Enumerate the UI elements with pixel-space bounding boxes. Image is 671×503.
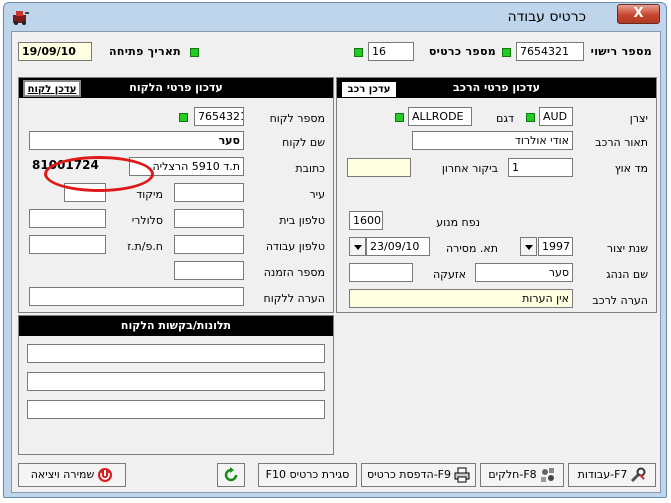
jobs-button[interactable]: F7-עבודות [568, 463, 656, 487]
model-status-indicator [395, 113, 404, 122]
driver-field[interactable]: סער [475, 263, 573, 282]
customer-name-field[interactable]: סער [29, 131, 244, 150]
printer-icon [454, 467, 470, 483]
vehicle-remark-label: הערה לרכב [592, 294, 648, 307]
id-field[interactable] [29, 235, 106, 254]
alarm-label: אזעקה [432, 268, 466, 281]
wrench-icon [630, 467, 646, 483]
customer-name-label: שם לקוח [282, 136, 325, 149]
delivery-date-field[interactable]: 23/09/10 [366, 237, 430, 256]
title-bar: כרטיס עבודה X [4, 3, 666, 31]
complaints-panel-title: תלונות/בקשות הלקוח [19, 316, 333, 336]
customer-remark-label: הערה ללקוח [263, 292, 325, 305]
manufacturer-status-indicator [526, 113, 535, 122]
model-field[interactable]: ALLRODE [408, 107, 472, 126]
city-field[interactable] [174, 183, 244, 202]
update-vehicle-button[interactable]: עדכן רכב [341, 81, 397, 98]
manufacturer-label: יצרן [629, 112, 648, 125]
last-visit-label: ביקור אחרון [441, 162, 498, 175]
parts-button[interactable]: F8-חלקים [480, 463, 564, 487]
order-number-label: מספר הזמנה [263, 266, 325, 279]
delivery-date-label: תא. מסירה [445, 242, 498, 255]
address-label: כתובת [295, 162, 325, 175]
print-card-button-label: F9-הדפסת כרטיס [367, 468, 451, 481]
engine-field[interactable]: 1600 [349, 211, 383, 230]
complaint-line[interactable] [27, 400, 325, 419]
cell-field[interactable] [29, 209, 106, 228]
close-card-button[interactable]: סגירת כרטיס F10 [258, 463, 357, 487]
order-number-field[interactable] [174, 261, 244, 280]
jobs-button-label: F7-עבודות [577, 468, 628, 481]
vehicle-remark-field[interactable]: אין הערות [349, 289, 573, 308]
open-date-label: תאריך פתיחה [109, 45, 181, 58]
description-field[interactable]: אודי אולרוד [412, 131, 573, 150]
parts-button-label: F8-חלקים [488, 468, 537, 481]
close-button[interactable]: X [617, 4, 660, 24]
year-label: שנת יצור [606, 242, 648, 255]
home-phone-field[interactable] [174, 209, 244, 228]
license-label: מספר רישוי [590, 45, 652, 58]
cell-label: סלולרי [131, 214, 163, 227]
engine-label: נפח מנוע [436, 216, 480, 229]
print-card-button[interactable]: F9-הדפסת כרטיס [361, 463, 476, 487]
update-customer-button[interactable]: עדכן לקוח [23, 80, 81, 97]
zip-label: מיקוד [136, 188, 163, 201]
customer-number-status-indicator [179, 113, 188, 122]
refresh-button[interactable] [217, 463, 245, 487]
window-title: כרטיס עבודה [507, 9, 586, 25]
customer-panel: עדכון פרטי הלקוח עדכן לקוח מספר לקוח 765… [18, 77, 334, 313]
odometer-field[interactable]: 1 [508, 158, 573, 177]
customer-number-label: מספר לקוח [269, 112, 325, 125]
driver-label: שם הנהג [606, 268, 648, 281]
work-phone-label: טלפון עבודה [265, 240, 325, 253]
manufacturer-field[interactable]: AUD [539, 107, 573, 126]
license-field[interactable]: 7654321 [516, 42, 584, 61]
delivery-date-dropdown-arrow[interactable] [349, 237, 366, 256]
close-card-button-label: סגירת כרטיס F10 [265, 468, 350, 481]
alarm-field[interactable] [349, 263, 413, 282]
vehicle-panel: עדכון פרטי הרכב עדכן רכב יצרן AUD דגם AL… [336, 77, 657, 313]
refresh-icon [223, 467, 239, 483]
client-area: מספר רישוי 7654321 מספר כרטיס 16 תאריך פ… [11, 31, 661, 493]
card-number-status-indicator [354, 48, 363, 57]
save-exit-button-label: שמירה ויציאה [30, 468, 95, 481]
customer-remark-field[interactable] [29, 287, 244, 306]
exit-icon [97, 467, 113, 483]
app-icon [12, 9, 30, 25]
home-phone-label: טלפון בית [279, 214, 325, 227]
year-field[interactable]: 1997 [538, 237, 573, 256]
card-number-label: מספר כרטיס [428, 45, 496, 58]
save-exit-button[interactable]: שמירה ויציאה [18, 463, 126, 487]
id-label: ח.פ/ת.ז [127, 240, 163, 253]
highlight-circle [44, 156, 154, 192]
work-card-window: כרטיס עבודה X מספר רישוי 7654321 מספר כר… [3, 2, 667, 498]
model-label: דגם [496, 112, 514, 125]
card-number-field[interactable]: 16 [368, 42, 414, 61]
complaint-line[interactable] [27, 344, 325, 363]
license-status-indicator [502, 48, 511, 57]
complaints-panel: תלונות/בקשות הלקוח [18, 315, 334, 455]
open-date-field[interactable]: 19/09/10 [18, 42, 92, 61]
odometer-label: מד אוץ [614, 162, 648, 175]
parts-icon [540, 467, 556, 483]
last-visit-field[interactable] [347, 158, 411, 177]
complaint-line[interactable] [27, 372, 325, 391]
customer-number-field[interactable]: 7654321 [194, 107, 244, 126]
open-date-status-indicator [190, 48, 199, 57]
work-phone-field[interactable] [174, 235, 244, 254]
year-dropdown-arrow[interactable] [520, 237, 537, 256]
description-label: תאור הרכב [595, 136, 648, 149]
city-label: עיר [309, 188, 325, 201]
